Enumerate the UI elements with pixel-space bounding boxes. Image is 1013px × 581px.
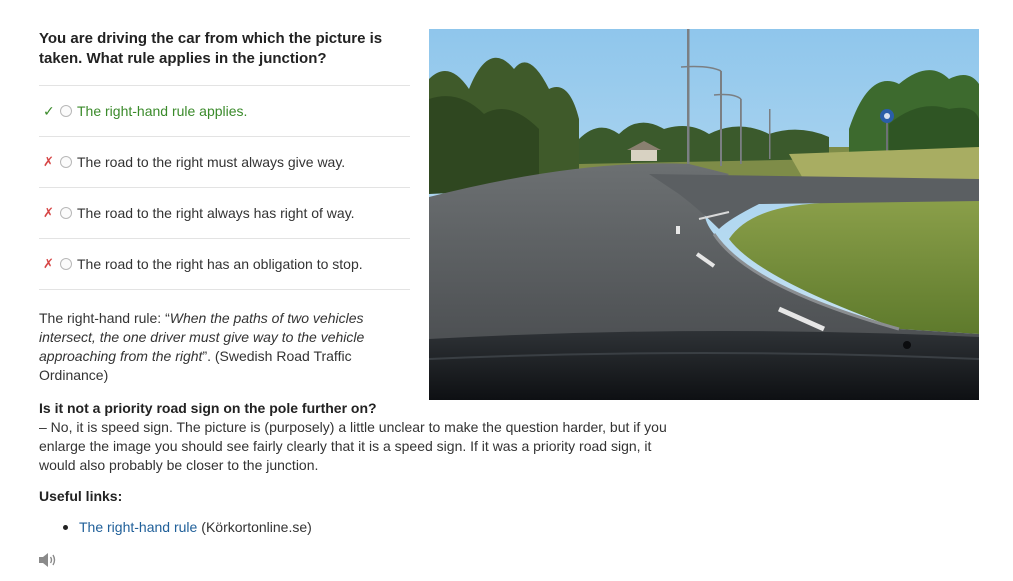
option-label: The road to the right has an obligation … (77, 256, 363, 272)
option-label: The right-hand rule applies. (77, 103, 248, 119)
explanation-prefix: The right-hand rule: “ (39, 310, 170, 326)
answer-options: ✓ The right-hand rule applies. ✗ The roa… (39, 85, 410, 290)
faq-answer: – No, it is speed sign. The picture is (… (39, 419, 667, 473)
answer-option-4[interactable]: ✗ The road to the right has an obligatio… (39, 239, 410, 290)
right-hand-rule-link[interactable]: The right-hand rule (79, 518, 197, 537)
answer-option-1[interactable]: ✓ The right-hand rule applies. (39, 86, 410, 137)
explanation-text: The right-hand rule: “When the paths of … (39, 309, 379, 385)
useful-links-title: Useful links: (39, 488, 123, 504)
question-text: You are driving the car from which the p… (39, 30, 383, 67)
speaker-icon[interactable] (38, 552, 58, 568)
answer-option-2[interactable]: ✗ The road to the right must always give… (39, 137, 410, 188)
radio-button[interactable] (60, 156, 72, 168)
useful-links-list: The right-hand rule (Körkortonline.se) (39, 518, 312, 537)
faq-question: Is it not a priority road sign on the po… (39, 400, 377, 416)
junction-photo[interactable] (429, 29, 979, 400)
cross-icon: ✗ (43, 205, 54, 221)
link-source: (Körkortonline.se) (201, 519, 312, 535)
bullet (63, 525, 68, 530)
cross-icon: ✗ (43, 256, 54, 272)
radio-button[interactable] (60, 258, 72, 270)
list-item: The right-hand rule (Körkortonline.se) (39, 518, 312, 537)
option-label: The road to the right always has right o… (77, 205, 355, 221)
radio-button[interactable] (60, 207, 72, 219)
cross-icon: ✗ (43, 154, 54, 170)
answer-option-3[interactable]: ✗ The road to the right always has right… (39, 188, 410, 239)
radio-button[interactable] (60, 105, 72, 117)
option-label: The road to the right must always give w… (77, 154, 346, 170)
checkmark-icon: ✓ (43, 102, 55, 119)
